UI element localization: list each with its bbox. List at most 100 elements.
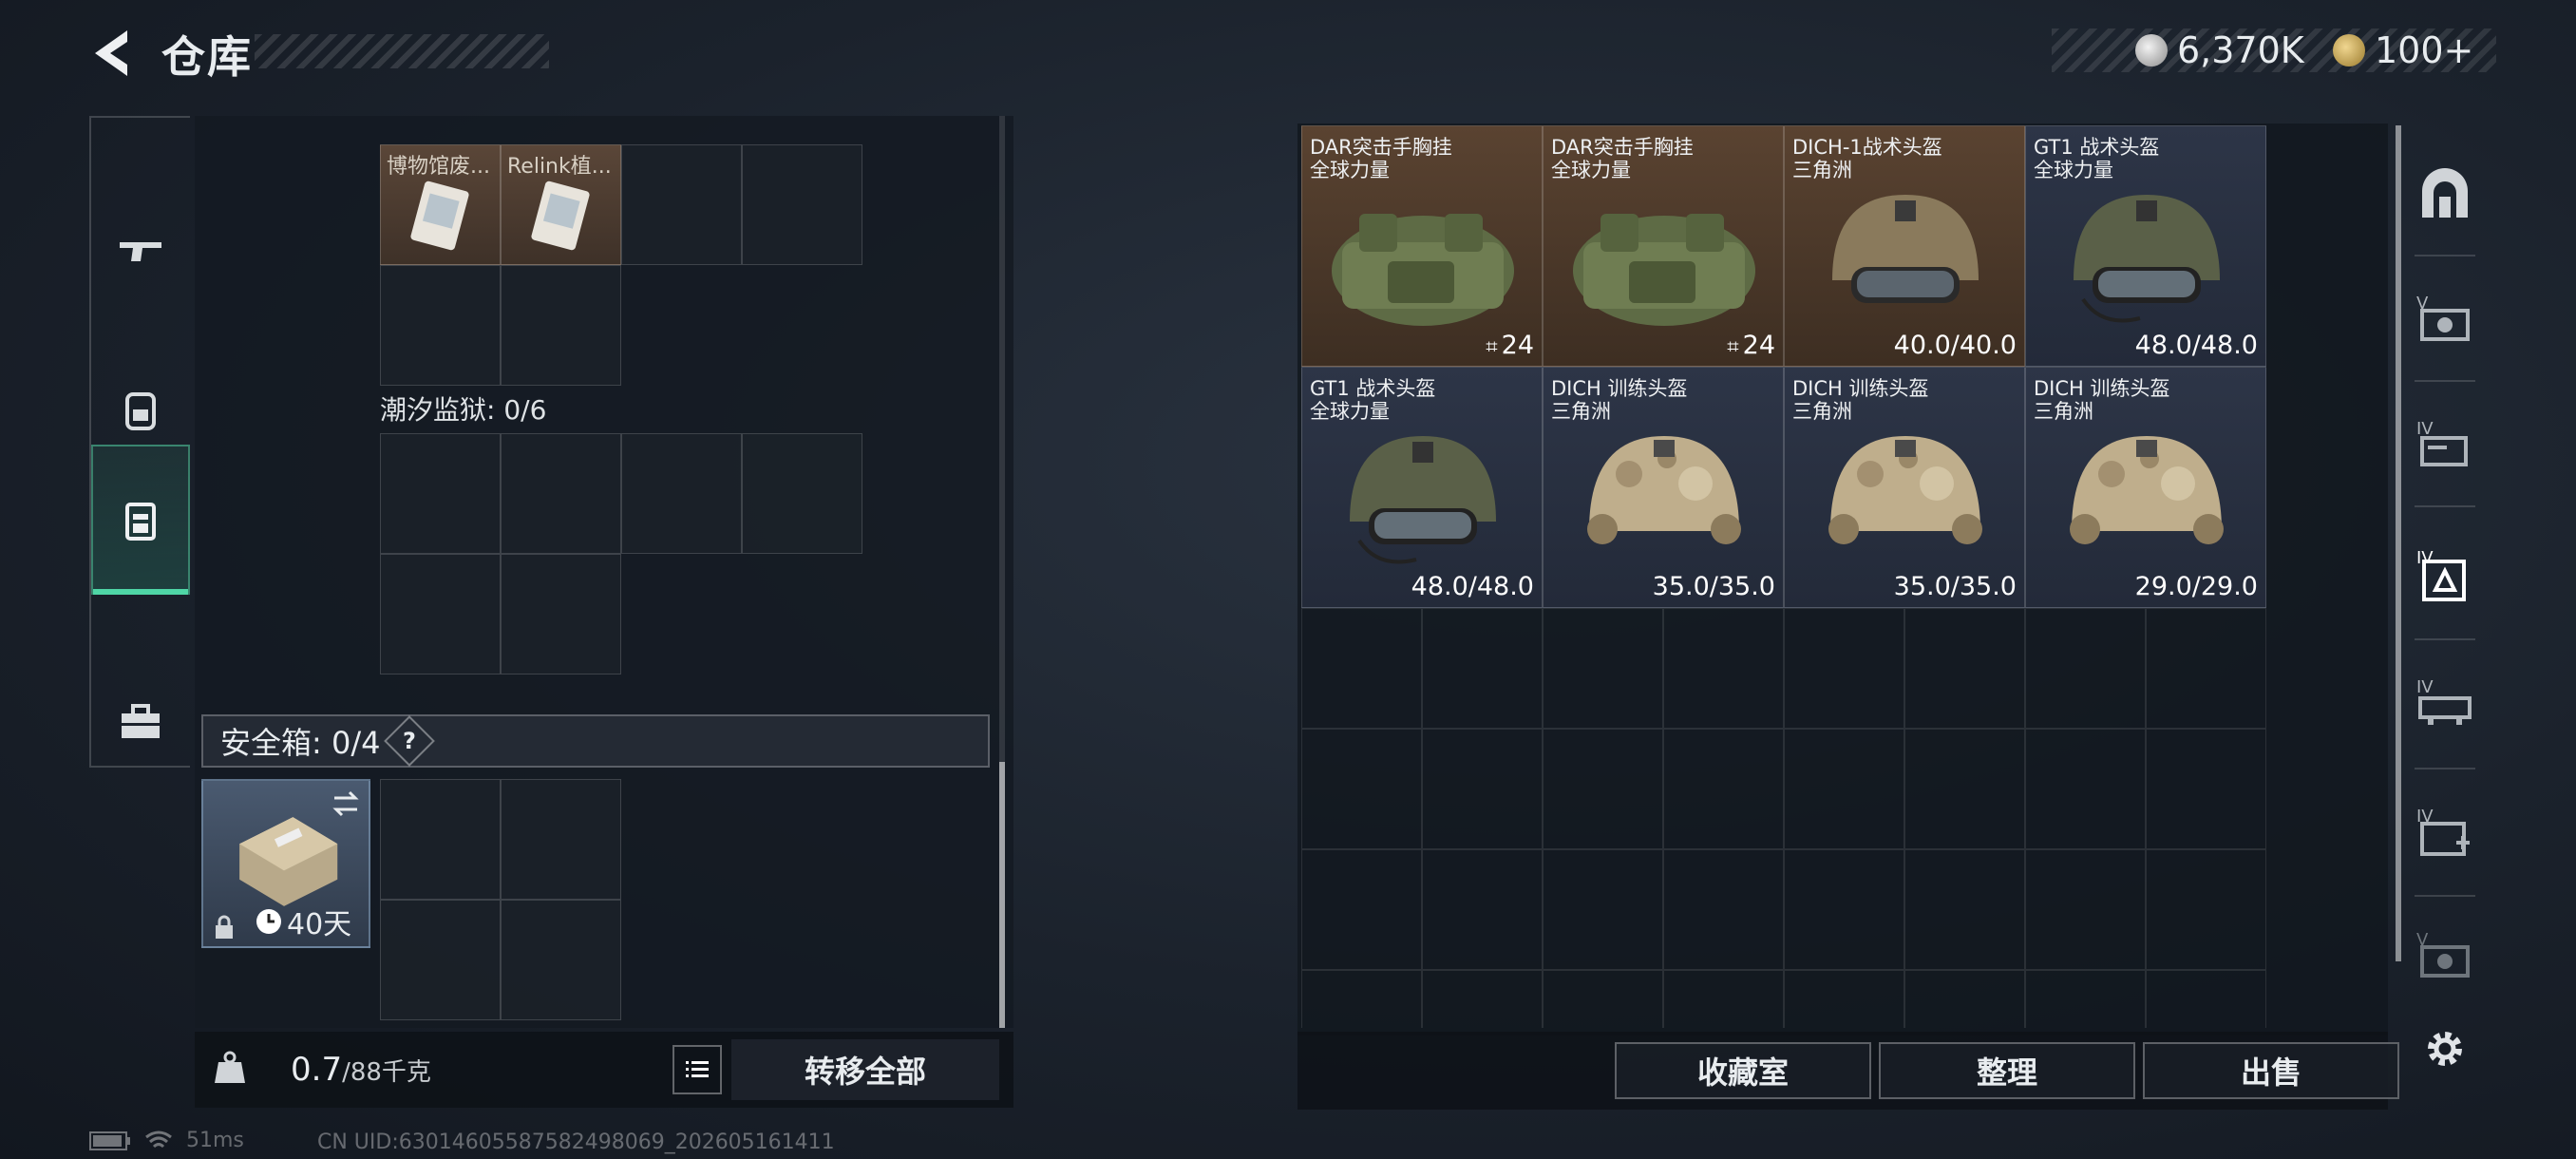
stash-page-icon: V bbox=[2416, 294, 2470, 341]
empty-slot[interactable] bbox=[501, 779, 621, 900]
empty-slot[interactable] bbox=[380, 433, 501, 554]
stash-item[interactable]: DICH-1战术头盔 三角洲 40.0/40.0 bbox=[1784, 125, 2025, 367]
stash-slot[interactable] bbox=[1784, 970, 1904, 1028]
stash-slot[interactable] bbox=[2146, 729, 2266, 849]
tab-stash-4a[interactable]: IV bbox=[2401, 384, 2489, 507]
weight-display: 0.7/88千克 bbox=[291, 1051, 431, 1089]
stash-page-icon: IV bbox=[2416, 677, 2472, 725]
stash-item[interactable]: DAR突击手胸挂 全球力量 ⌗ 24 bbox=[1543, 125, 1784, 367]
item-value: 29.0/29.0 bbox=[2134, 572, 2258, 601]
sell-button[interactable]: 出售 bbox=[2143, 1042, 2399, 1099]
tab-stash-4b-active[interactable]: IV bbox=[2401, 513, 2489, 636]
tab-toolbox[interactable] bbox=[91, 650, 190, 792]
tab-weapons[interactable] bbox=[91, 179, 190, 321]
empty-slot[interactable] bbox=[501, 433, 621, 554]
wifi-icon bbox=[145, 1130, 172, 1148]
stash-slot[interactable] bbox=[1301, 608, 1422, 729]
svg-text:IV: IV bbox=[2416, 419, 2434, 439]
money-display[interactable]: 6,370K bbox=[2135, 28, 2304, 72]
chest-rig-icon bbox=[1573, 214, 1755, 326]
empty-slot[interactable] bbox=[621, 433, 742, 554]
stash-page-icon: IV bbox=[2416, 807, 2470, 856]
stash-slot[interactable] bbox=[1422, 729, 1543, 849]
stash-slot[interactable] bbox=[2146, 849, 2266, 970]
empty-slot[interactable] bbox=[380, 265, 501, 386]
empty-slot[interactable] bbox=[380, 900, 501, 1020]
settings-button[interactable] bbox=[2420, 1024, 2470, 1074]
safe-box-item[interactable]: 40天 bbox=[201, 779, 370, 948]
document-item-icon bbox=[410, 180, 469, 251]
stash-page-icon: IV bbox=[2416, 548, 2466, 601]
stash-item[interactable]: DAR突击手胸挂 全球力量 ⌗ 24 bbox=[1301, 125, 1543, 367]
item-value: 40.0/40.0 bbox=[1893, 331, 2017, 360]
empty-slot[interactable] bbox=[501, 265, 621, 386]
stash-slot[interactable] bbox=[2025, 849, 2146, 970]
empty-slot[interactable] bbox=[501, 900, 621, 1020]
stash-item[interactable]: DICH 训练头盔 三角洲 35.0/35.0 bbox=[1784, 367, 2025, 608]
stash-slot[interactable] bbox=[2025, 608, 2146, 729]
stash-slot[interactable] bbox=[2025, 970, 2146, 1028]
transfer-all-button[interactable]: 转移全部 bbox=[731, 1039, 999, 1100]
stash-slot[interactable] bbox=[1663, 849, 1784, 970]
safe-box-label: 安全箱: 0/4 bbox=[220, 725, 381, 761]
stash-slot[interactable] bbox=[1543, 970, 1663, 1028]
stash-slot[interactable] bbox=[1543, 729, 1663, 849]
sort-button[interactable]: 整理 bbox=[1879, 1042, 2135, 1099]
item-museum-relic[interactable]: 博物馆废... bbox=[380, 144, 501, 265]
empty-slot[interactable] bbox=[380, 779, 501, 900]
weight-current: 0.7 bbox=[291, 1051, 343, 1089]
item-relink-implant[interactable]: Relink植... bbox=[501, 144, 621, 265]
stash-slot[interactable] bbox=[1904, 849, 2025, 970]
left-scrollbar[interactable] bbox=[999, 762, 1005, 1028]
collection-button[interactable]: 收藏室 bbox=[1615, 1042, 1871, 1099]
stash-slot[interactable] bbox=[1422, 608, 1543, 729]
tab-chest-rig[interactable] bbox=[91, 445, 190, 595]
stash-slot[interactable] bbox=[1543, 849, 1663, 970]
stash-slot[interactable] bbox=[1784, 729, 1904, 849]
stash-slot[interactable] bbox=[1422, 849, 1543, 970]
stash-slot[interactable] bbox=[1301, 849, 1422, 970]
item-label: Relink植... bbox=[507, 155, 612, 179]
stash-slot[interactable] bbox=[2146, 970, 2266, 1028]
empty-slot[interactable] bbox=[742, 433, 862, 554]
empty-slot[interactable] bbox=[742, 144, 862, 265]
stash-slot[interactable] bbox=[1904, 729, 2025, 849]
stash-item[interactable]: DICH 训练头盔 三角洲 35.0/35.0 bbox=[1543, 367, 1784, 608]
money-amount: 6,370K bbox=[2177, 29, 2304, 71]
duration-badge: 40天 bbox=[255, 901, 351, 942]
list-view-button[interactable] bbox=[672, 1045, 722, 1094]
item-label: 博物馆废... bbox=[387, 155, 490, 179]
stash-item[interactable]: DICH 训练头盔 三角洲 29.0/29.0 bbox=[2025, 367, 2266, 608]
empty-slot[interactable] bbox=[501, 554, 621, 674]
stash-slot[interactable] bbox=[2025, 729, 2146, 849]
stash-slot[interactable] bbox=[1543, 608, 1663, 729]
stash-slot[interactable] bbox=[1663, 970, 1784, 1028]
stash-slot[interactable] bbox=[1663, 608, 1784, 729]
stash-item[interactable]: GT1 战术头盔 全球力量 48.0/48.0 bbox=[1301, 367, 1543, 608]
empty-slot[interactable] bbox=[621, 144, 742, 265]
weight-icon bbox=[215, 1051, 245, 1083]
tab-stash-4c[interactable]: IV bbox=[2401, 642, 2489, 766]
stash-slot[interactable] bbox=[1301, 729, 1422, 849]
empty-slot[interactable] bbox=[380, 554, 501, 674]
back-button[interactable] bbox=[87, 25, 144, 82]
stash-slot[interactable] bbox=[1784, 608, 1904, 729]
help-button[interactable]: ? bbox=[384, 715, 436, 767]
stash-item[interactable]: GT1 战术头盔 全球力量 48.0/48.0 bbox=[2025, 125, 2266, 367]
token-display[interactable]: 100+ bbox=[2333, 28, 2473, 72]
help-icon: ? bbox=[403, 727, 417, 754]
stash-page-icon: V bbox=[2416, 930, 2470, 978]
stash-slot[interactable] bbox=[1422, 970, 1543, 1028]
tab-stash-main[interactable] bbox=[2401, 133, 2489, 256]
gun-icon bbox=[120, 242, 161, 261]
stash-slot[interactable] bbox=[1663, 729, 1784, 849]
tab-stash-5[interactable]: V bbox=[2401, 258, 2489, 382]
item-durability: 40.0/40.0 bbox=[1894, 331, 2017, 360]
stash-slot[interactable] bbox=[2146, 608, 2266, 729]
stash-slot[interactable] bbox=[1904, 608, 2025, 729]
tab-stash-5b[interactable]: V bbox=[2401, 901, 2489, 1013]
stash-slot[interactable] bbox=[1904, 970, 2025, 1028]
tab-stash-4d[interactable]: IV bbox=[2401, 771, 2489, 895]
stash-slot[interactable] bbox=[1784, 849, 1904, 970]
stash-slot[interactable] bbox=[1301, 970, 1422, 1028]
